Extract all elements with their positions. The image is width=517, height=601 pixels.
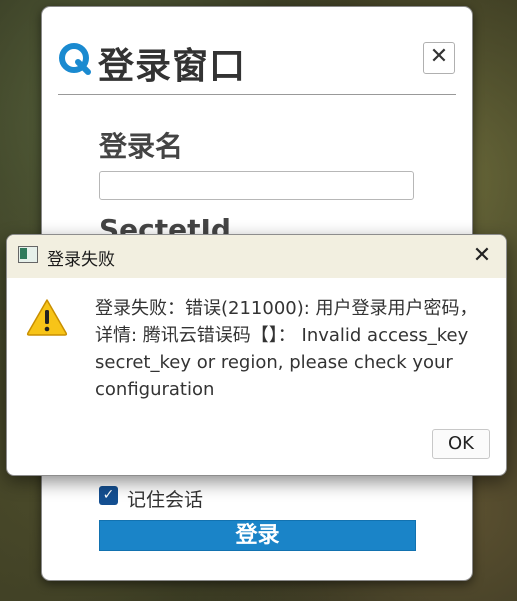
warning-icon	[26, 299, 68, 336]
dialog-title: 登录失败	[47, 250, 115, 270]
dialog-titlebar: 登录失败 ✕	[7, 235, 506, 278]
login-failed-dialog: 登录失败 ✕ 登录失败：错误(211000): 用户登录用户密码，详情: 腾讯云…	[6, 234, 507, 476]
error-message: 登录失败：错误(211000): 用户登录用户密码，详情: 腾讯云错误码【】： …	[95, 298, 478, 400]
ok-button[interactable]: OK	[432, 429, 490, 459]
remember-session-label: 记住会话	[127, 489, 204, 511]
title-divider	[58, 94, 456, 95]
window-title: 登录窗口	[98, 46, 247, 87]
app-window-icon	[18, 246, 38, 263]
username-label: 登录名	[99, 130, 184, 163]
quicktime-q-icon	[59, 43, 91, 75]
username-input[interactable]	[99, 171, 414, 200]
dialog-close-button[interactable]: ✕	[467, 240, 497, 272]
login-button[interactable]: 登录	[99, 520, 416, 551]
checkbox-checked-icon[interactable]: ✓	[99, 486, 118, 505]
close-button[interactable]: ✕	[423, 42, 455, 74]
